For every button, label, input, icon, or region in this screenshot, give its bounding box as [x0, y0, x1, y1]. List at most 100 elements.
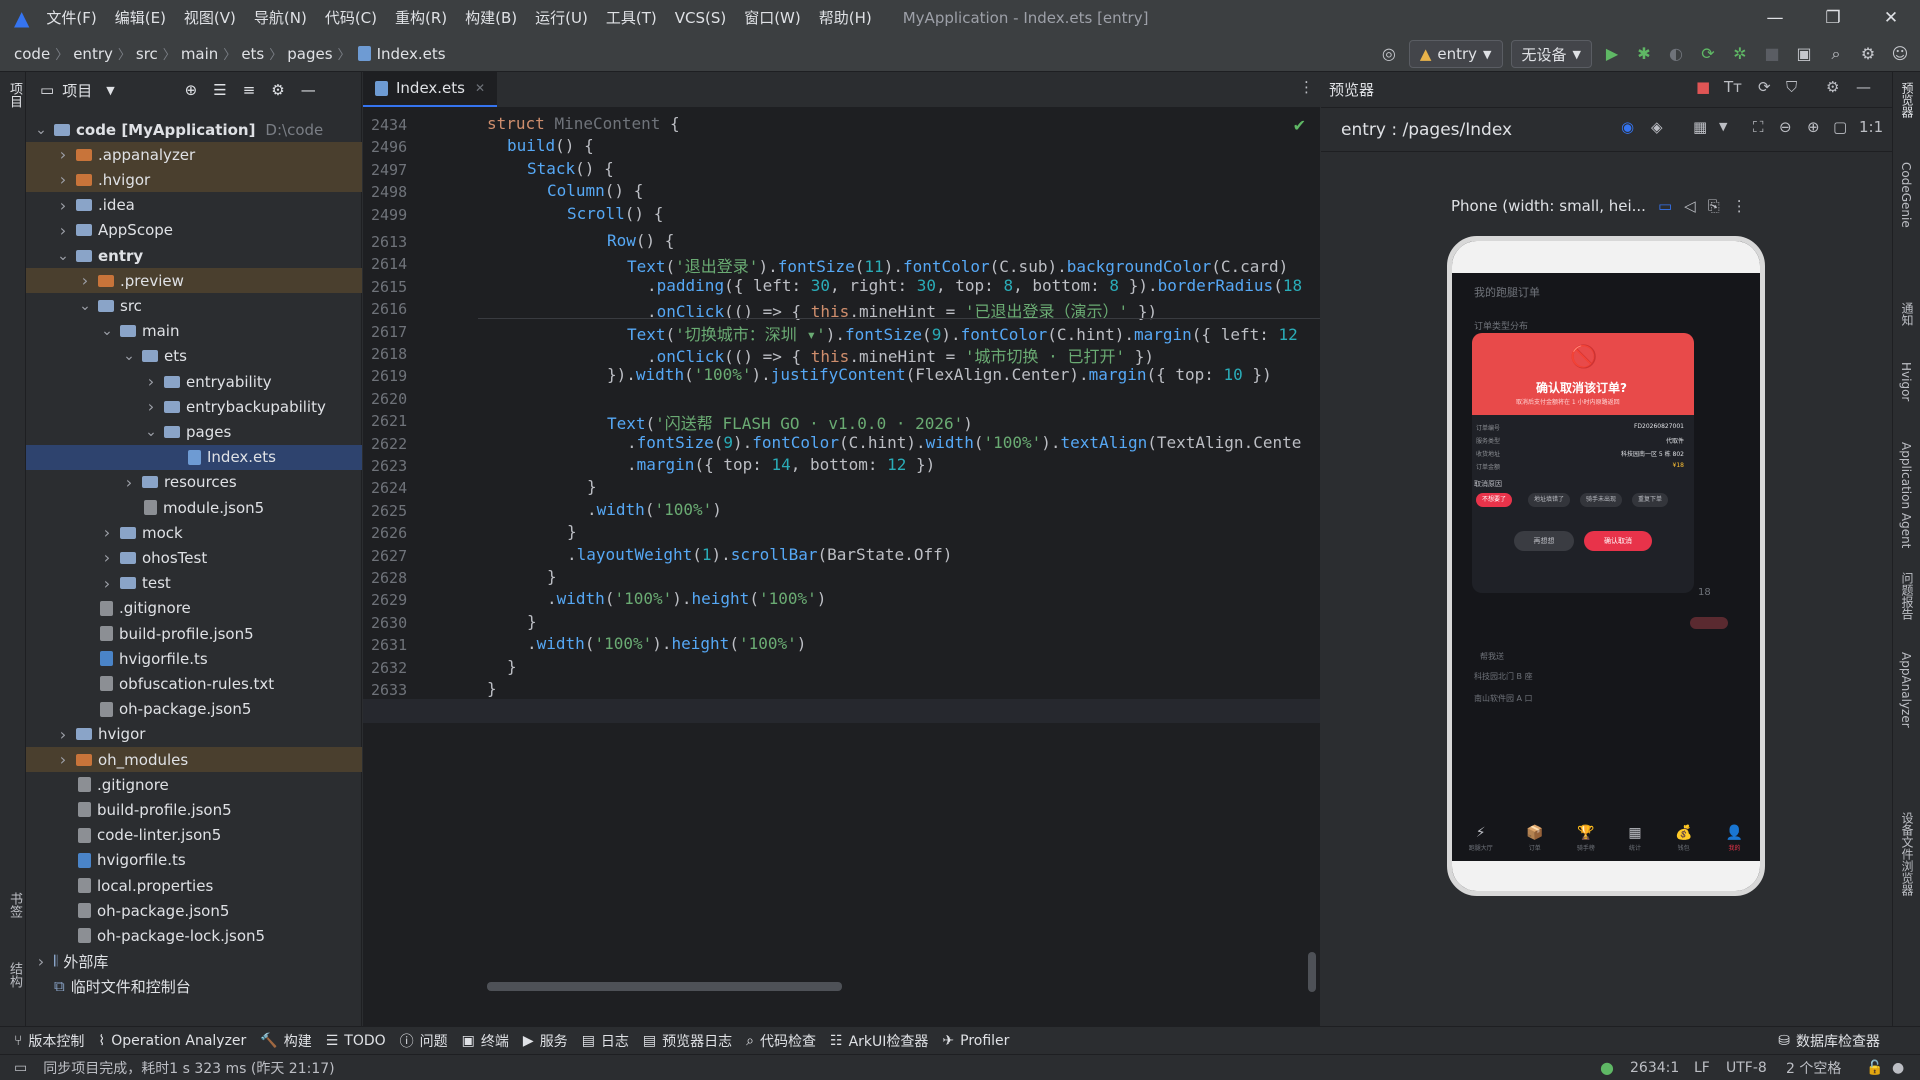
inspect-icon[interactable]: ◉ [1621, 118, 1634, 136]
breadcrumb-item[interactable]: Index.ets [377, 45, 446, 63]
app-tab[interactable]: 💰 钱包 [1675, 825, 1692, 852]
code-line[interactable]: Text('切换城市：深圳 ▾').fontSize(9).fontColor(… [627, 321, 1298, 345]
chevron-right-icon[interactable]: › [34, 952, 48, 971]
collapse-all-icon[interactable]: ≡ [243, 81, 256, 99]
device-select[interactable]: 无设备 ▼ [1510, 40, 1592, 68]
hide-icon[interactable]: — [301, 81, 316, 99]
chevron-right-icon[interactable]: › [56, 221, 70, 240]
reload-icon[interactable]: ⟳ [1696, 42, 1720, 66]
tree-item[interactable]: ⌄ pages [26, 419, 362, 444]
account-icon[interactable]: ☺ [1888, 42, 1912, 66]
gear-icon[interactable]: ⚙ [271, 81, 284, 99]
code-line[interactable]: .margin({ top: 14, bottom: 12 }) [627, 455, 935, 474]
code-line[interactable]: } [547, 567, 557, 586]
chevron-right-icon[interactable]: › [56, 145, 70, 164]
minimize-icon[interactable]: — [1746, 0, 1804, 36]
chevron-right-icon[interactable]: › [144, 372, 158, 391]
chevron-right-icon[interactable]: › [144, 397, 158, 416]
tree-item[interactable]: › entryability [26, 369, 362, 394]
chevron-down-icon[interactable]: ⌄ [144, 424, 158, 440]
code-line[interactable]: .width('100%') [587, 500, 722, 519]
tree-item[interactable]: local.properties [26, 873, 362, 898]
right-tool-tab[interactable]: CodeGenie [1899, 162, 1913, 228]
tree-item[interactable]: code-linter.json5 [26, 823, 362, 848]
bottom-tool-tab[interactable]: ☰ TODO [326, 1033, 386, 1049]
right-tool-tab[interactable]: 通知 [1899, 302, 1916, 326]
maximize-icon[interactable]: ❐ [1804, 0, 1862, 36]
encoding[interactable]: UTF-8 [1726, 1060, 1767, 1076]
zoom-out-icon[interactable]: ⊖ [1779, 118, 1792, 136]
tree-item[interactable]: ⌄ ets [26, 344, 362, 369]
run-icon[interactable]: ▶ [1600, 42, 1624, 66]
profile-icon[interactable]: ◐ [1664, 42, 1688, 66]
code-line[interactable]: } [527, 612, 537, 631]
vertical-scrollbar[interactable] [1308, 952, 1316, 992]
code-line[interactable]: struct MineContent { [487, 114, 680, 133]
locate-icon[interactable]: ⊕ [185, 81, 198, 99]
chevron-down-icon[interactable]: ⌄ [100, 323, 114, 339]
filter-icon[interactable]: ⛉ [1786, 78, 1797, 96]
expand-all-icon[interactable]: ☰ [213, 81, 226, 99]
tree-item[interactable]: oh-package.json5 [26, 697, 362, 722]
code-line[interactable]: Scroll() { [567, 204, 663, 223]
code-line[interactable]: Text('闪送帮 FLASH GO · v1.0.0 · 2026') [607, 410, 973, 434]
tree-item[interactable]: › .hvigor [26, 167, 362, 193]
tree-item[interactable]: .gitignore [26, 772, 362, 797]
fit-icon[interactable]: ▢ [1833, 118, 1847, 136]
chevron-right-icon[interactable]: › [100, 574, 114, 593]
app-tab[interactable]: 👤 我的 [1726, 825, 1743, 852]
reason-chip[interactable]: 骑手未出现 [1580, 493, 1623, 507]
ratio-icon[interactable]: 1:1 [1859, 118, 1883, 136]
structure-tool-tab[interactable]: 结构 [5, 962, 24, 988]
chevron-down-icon[interactable]: ▼ [106, 84, 114, 97]
zoom-in-icon[interactable]: ⊕ [1807, 118, 1820, 136]
code-line[interactable]: Text('退出登录').fontSize(11).fontColor(C.su… [627, 253, 1288, 277]
search-icon[interactable]: ⌕ [1824, 42, 1848, 66]
tree-item[interactable]: › oh_modules [26, 747, 362, 772]
menu-item[interactable]: 编辑(E) [106, 0, 175, 36]
tree-item[interactable]: ⌄ entry [26, 243, 362, 268]
reason-chip[interactable]: 重复下单 [1632, 493, 1669, 507]
chevron-down-icon[interactable]: ⌄ [122, 348, 136, 364]
code-line[interactable]: } [507, 657, 517, 676]
chevron-down-icon[interactable]: ⌄ [78, 298, 92, 314]
tree-item[interactable]: oh-package.json5 [26, 898, 362, 923]
stop-preview-icon[interactable]: ■ [1696, 78, 1710, 96]
close-tab-icon[interactable]: ✕ [475, 81, 485, 95]
horizontal-scrollbar[interactable] [487, 982, 842, 991]
menu-item[interactable]: 窗口(W) [735, 0, 810, 36]
code-line[interactable]: Stack() { [527, 159, 614, 178]
app-tab[interactable]: ⚡ 跑腿大厅 [1469, 825, 1493, 852]
menu-item[interactable]: 构建(B) [456, 0, 526, 36]
target-icon[interactable]: ◎ [1377, 42, 1401, 66]
run-config-select[interactable]: ▲ entry ▼ [1408, 40, 1503, 68]
refresh-icon[interactable]: ⟳ [1758, 78, 1771, 96]
lock-icon[interactable]: 🔓 [1866, 1060, 1883, 1076]
chevron-right-icon[interactable]: › [56, 170, 70, 189]
grid-icon[interactable]: ▦ [1693, 118, 1707, 136]
chevron-down-icon[interactable]: ⌄ [56, 248, 70, 264]
tree-item[interactable]: › mock [26, 520, 362, 545]
tree-item[interactable]: build-profile.json5 [26, 797, 362, 822]
chevron-right-icon[interactable]: › [100, 523, 114, 542]
screen-icon[interactable]: ▭ [1658, 197, 1672, 215]
bottom-tool-tab[interactable]: ⓘ 问题 [400, 1031, 448, 1051]
chevron-right-icon[interactable]: › [56, 750, 70, 769]
debug-icon[interactable]: ✱ [1632, 42, 1656, 66]
tree-item[interactable]: › entrybackupability [26, 394, 362, 419]
app-tab[interactable]: 📦 订单 [1526, 825, 1543, 852]
bottom-tool-tab[interactable]: ✈ Profiler [942, 1033, 1009, 1049]
tab-index-ets[interactable]: Index.ets ✕ [363, 71, 498, 107]
back-icon[interactable]: ◁ [1684, 197, 1696, 215]
code-line[interactable]: } [487, 679, 497, 698]
tree-item[interactable]: module.json5 [26, 495, 362, 520]
tree-item[interactable]: ⧉ 临时文件和控制台 [26, 974, 362, 999]
menu-item[interactable]: 工具(T) [597, 0, 666, 36]
right-tool-tab[interactable]: Hvigor [1899, 362, 1913, 401]
keep-order-button[interactable]: 再想想 [1514, 531, 1574, 551]
right-tool-tab[interactable]: 设备文件浏览器 [1899, 812, 1916, 896]
more-icon[interactable]: ⋮ [1299, 78, 1314, 96]
chevron-right-icon[interactable]: › [56, 196, 70, 215]
menu-item[interactable]: 运行(U) [526, 0, 597, 36]
reason-chip[interactable]: 地址填错了 [1528, 493, 1571, 507]
